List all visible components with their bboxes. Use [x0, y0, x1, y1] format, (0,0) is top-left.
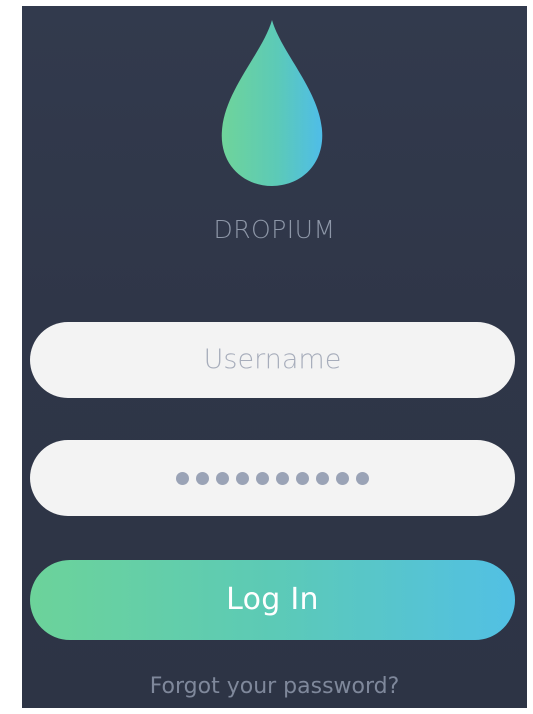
password-mask-dot [296, 471, 309, 485]
app-brand-name: DROPIUM [213, 215, 336, 244]
password-mask-dot [176, 471, 189, 485]
login-button[interactable]: Log In [30, 560, 515, 640]
password-mask-dot [236, 471, 249, 485]
username-input[interactable]: Username [30, 322, 515, 398]
password-mask-dot [256, 471, 269, 485]
password-mask-dot [336, 471, 349, 485]
water-drop-icon [221, 20, 323, 186]
password-input[interactable] [30, 440, 515, 516]
password-mask-dot [276, 471, 289, 485]
password-mask-dot [316, 471, 329, 485]
password-mask-dot [216, 471, 229, 485]
password-mask-dot [356, 471, 369, 485]
login-screen: DROPIUM Username Log In Forgot your pass… [22, 6, 527, 708]
forgot-password-link[interactable]: Forgot your password? [22, 674, 527, 699]
password-mask-dot [196, 471, 209, 485]
